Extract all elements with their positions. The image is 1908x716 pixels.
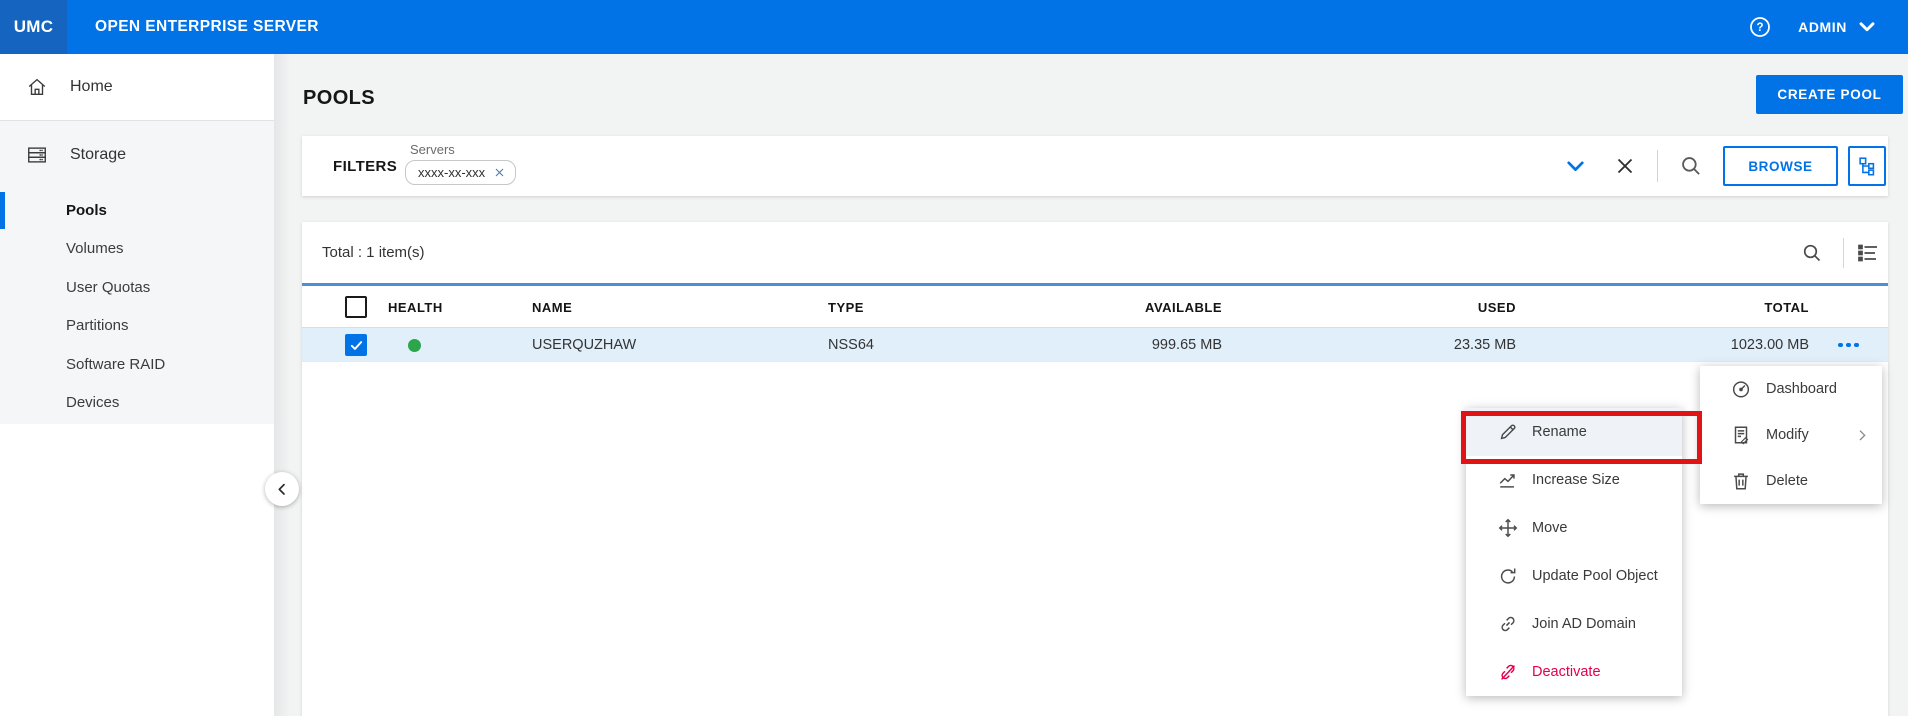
menu-item-join-ad-domain[interactable]: Join AD Domain bbox=[1466, 600, 1682, 648]
green-dot-icon bbox=[408, 339, 421, 352]
pool-name-cell: USERQUZHAW bbox=[532, 328, 636, 362]
column-header-name[interactable]: NAME bbox=[532, 286, 572, 328]
servers-filter-group: Servers xxxx-xx-xxx bbox=[405, 142, 516, 185]
tree-view-button[interactable] bbox=[1848, 146, 1886, 186]
browse-button[interactable]: BROWSE bbox=[1723, 146, 1838, 186]
chevron-right-icon bbox=[1854, 427, 1870, 443]
move-icon bbox=[1497, 517, 1519, 539]
pool-total-cell: 1023.00 MB bbox=[1595, 328, 1809, 362]
link-icon bbox=[1497, 613, 1519, 635]
chevron-left-icon bbox=[274, 481, 290, 497]
chevron-down-icon[interactable] bbox=[1563, 154, 1588, 179]
column-header-used[interactable]: USED bbox=[1302, 286, 1516, 328]
chip-label: xxxx-xx-xxx bbox=[418, 165, 485, 180]
sidebar-item-volumes[interactable]: Volumes bbox=[0, 230, 274, 269]
topbar-right-cluster: ? ADMIN bbox=[1748, 15, 1908, 39]
sidebar-collapse-button[interactable] bbox=[265, 472, 299, 506]
sidebar-item-software-raid[interactable]: Software RAID bbox=[0, 345, 274, 384]
sidebar-shadow-gutter bbox=[274, 54, 290, 716]
search-icon[interactable] bbox=[1800, 241, 1824, 265]
row-actions-menu: Dashboard Modify Delete bbox=[1700, 366, 1882, 504]
storage-subnav: Pools Volumes User Quotas Partitions Sof… bbox=[0, 191, 274, 422]
filters-label: FILTERS bbox=[333, 136, 397, 196]
umc-logo[interactable]: UMC bbox=[0, 0, 67, 54]
page-title: POOLS bbox=[303, 87, 375, 110]
help-icon[interactable]: ? bbox=[1748, 15, 1772, 39]
app-title: OPEN ENTERPRISE SERVER bbox=[95, 18, 319, 36]
pool-type-cell: NSS64 bbox=[828, 328, 874, 362]
column-header-health[interactable]: HEALTH bbox=[388, 286, 443, 328]
search-icon[interactable] bbox=[1678, 153, 1704, 179]
list-view-icon[interactable] bbox=[1856, 241, 1880, 265]
menu-item-dashboard[interactable]: Dashboard bbox=[1700, 366, 1882, 412]
hierarchy-icon bbox=[1856, 155, 1878, 177]
trash-icon bbox=[1730, 470, 1752, 492]
sidebar-item-user-quotas[interactable]: User Quotas bbox=[0, 268, 274, 307]
link-slash-icon bbox=[1497, 661, 1519, 683]
chevron-down-icon[interactable] bbox=[1856, 16, 1878, 38]
menu-item-increase-size[interactable]: Increase Size bbox=[1466, 456, 1682, 504]
select-all-checkbox[interactable] bbox=[345, 296, 367, 318]
table-toolbar: Total : 1 item(s) bbox=[302, 222, 1888, 283]
pool-used-cell: 23.35 MB bbox=[1302, 328, 1516, 362]
table-header-row: HEALTH NAME TYPE AVAILABLE USED TOTAL bbox=[302, 283, 1888, 328]
gauge-icon bbox=[1730, 378, 1752, 400]
divider bbox=[1657, 150, 1658, 182]
top-bar: UMC OPEN ENTERPRISE SERVER ? ADMIN bbox=[0, 0, 1908, 54]
column-header-available[interactable]: AVAILABLE bbox=[1002, 286, 1222, 328]
trend-up-icon bbox=[1497, 469, 1519, 491]
menu-item-rename[interactable]: Rename bbox=[1466, 408, 1682, 456]
row-checkbox[interactable] bbox=[345, 334, 367, 356]
menu-item-update-pool-object[interactable]: Update Pool Object bbox=[1466, 552, 1682, 600]
document-edit-icon bbox=[1730, 424, 1752, 446]
sidebar-item-label: Storage bbox=[70, 146, 126, 164]
total-count: Total : 1 item(s) bbox=[322, 222, 425, 283]
column-header-type[interactable]: TYPE bbox=[828, 286, 864, 328]
clear-filters-icon[interactable] bbox=[1612, 153, 1638, 179]
server-filter-chip[interactable]: xxxx-xx-xxx bbox=[405, 160, 516, 185]
row-actions-ellipsis-icon[interactable] bbox=[1838, 328, 1859, 362]
storage-rack-icon bbox=[26, 144, 48, 166]
sidebar-item-home[interactable]: Home bbox=[0, 54, 274, 121]
refresh-icon bbox=[1497, 565, 1519, 587]
menu-item-move[interactable]: Move bbox=[1466, 504, 1682, 552]
sidebar-item-pools[interactable]: Pools bbox=[0, 191, 274, 230]
sidebar: Home Storage Pools Volumes User Quotas P… bbox=[0, 54, 274, 716]
sidebar-item-storage[interactable]: Storage bbox=[0, 129, 274, 181]
menu-item-deactivate[interactable]: Deactivate bbox=[1466, 648, 1682, 696]
user-menu-label[interactable]: ADMIN bbox=[1798, 19, 1847, 35]
column-header-total[interactable]: TOTAL bbox=[1595, 286, 1809, 328]
pool-available-cell: 999.65 MB bbox=[1002, 328, 1222, 362]
pencil-icon bbox=[1497, 421, 1519, 443]
close-icon[interactable] bbox=[493, 166, 506, 179]
menu-item-delete[interactable]: Delete bbox=[1700, 458, 1882, 504]
pool-context-menu: Rename Increase Size Move Update Pool Ob… bbox=[1466, 408, 1682, 696]
filter-bar: FILTERS Servers xxxx-xx-xxx BROWSE bbox=[302, 136, 1888, 196]
filter-group-label: Servers bbox=[410, 142, 516, 157]
create-pool-button[interactable]: CREATE POOL bbox=[1756, 75, 1903, 114]
divider bbox=[1843, 238, 1844, 268]
sidebar-item-partitions[interactable]: Partitions bbox=[0, 307, 274, 346]
svg-text:?: ? bbox=[1757, 22, 1764, 34]
sidebar-item-devices[interactable]: Devices bbox=[0, 384, 274, 423]
sidebar-item-label: Home bbox=[70, 78, 113, 96]
home-icon bbox=[26, 76, 48, 98]
menu-item-modify[interactable]: Modify bbox=[1700, 412, 1882, 458]
table-row[interactable]: USERQUZHAW NSS64 999.65 MB 23.35 MB 1023… bbox=[302, 328, 1888, 362]
storage-nav-panel: Storage Pools Volumes User Quotas Partit… bbox=[0, 121, 274, 424]
